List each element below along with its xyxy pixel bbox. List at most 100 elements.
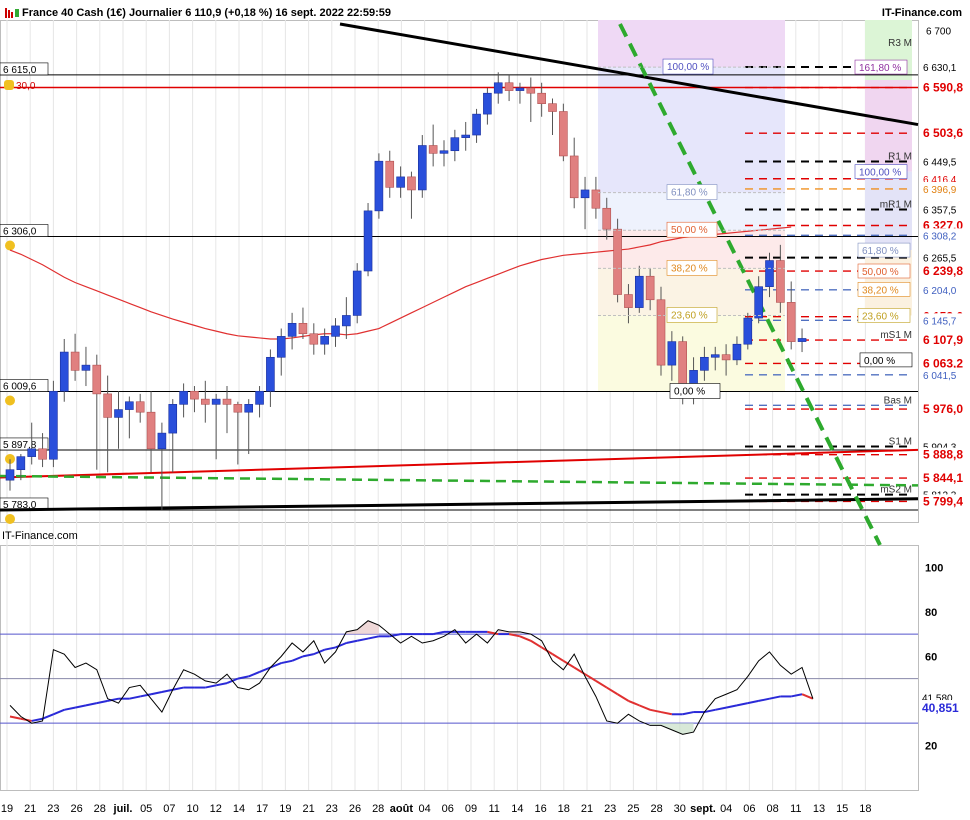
- candle-body: [27, 448, 37, 457]
- right-level-label: 5 799,4: [923, 494, 963, 508]
- bell-icon: [5, 395, 15, 406]
- candle-body: [49, 390, 58, 460]
- rsi-signal-segment: [53, 708, 65, 716]
- candle-body: [461, 134, 471, 138]
- candle-body: [515, 87, 525, 91]
- candle-body: [765, 260, 774, 287]
- rsi-signal-segment: [682, 711, 694, 716]
- candle-body: [103, 393, 112, 418]
- rsi-signal-segment: [161, 688, 173, 693]
- x-tick-label: 13: [813, 803, 825, 815]
- candle-body: [135, 401, 145, 413]
- candle-body: [5, 469, 15, 481]
- x-tick-label: 21: [302, 803, 314, 815]
- x-tick-label: 05: [140, 803, 152, 815]
- right-level-label: 6 590,8: [923, 81, 963, 95]
- rsi-signal-segment: [367, 635, 380, 640]
- candle-body: [114, 409, 123, 418]
- rsi-panel-frame: [0, 545, 919, 791]
- candle-body: [244, 404, 253, 413]
- fib-zone: [865, 171, 912, 251]
- rsi-signal-segment: [617, 693, 629, 702]
- rsi-signal-segment: [715, 706, 727, 711]
- candle-body: [255, 390, 264, 405]
- rsi-signal-segment: [649, 708, 662, 714]
- candle-body: [363, 210, 373, 272]
- candle-body: [743, 317, 753, 345]
- x-tick-label: 17: [256, 803, 268, 815]
- candle-body: [700, 356, 709, 371]
- x-tick-label: 04: [720, 803, 732, 815]
- fib-label: 0,00 %: [864, 356, 895, 367]
- candle-body: [298, 322, 308, 335]
- y-tick-label: 6 700: [926, 26, 951, 37]
- x-tick-label: 07: [163, 803, 175, 815]
- x-tick-label: 10: [186, 803, 198, 815]
- right-level-label: 5 976,0: [923, 402, 963, 416]
- x-tick-label: 14: [233, 803, 245, 815]
- right-level-label: 6 041,5: [923, 371, 957, 382]
- x-tick-label: 28: [94, 803, 106, 815]
- fib-label: 61,80 %: [862, 246, 899, 257]
- right-level-label: 6 107,9: [923, 333, 963, 347]
- candle-body: [38, 448, 47, 460]
- channel-line: [0, 497, 919, 512]
- candle-body: [146, 411, 156, 450]
- left-level-label: 6 615,0: [3, 65, 37, 76]
- x-tick-label: juil.: [113, 803, 133, 815]
- rsi-signal-segment: [758, 697, 770, 702]
- right-level-label: 6 449,5: [923, 157, 957, 168]
- rsi-signal-segment: [205, 684, 217, 689]
- candle-body: [190, 390, 199, 400]
- rsi-signal-segment: [172, 686, 184, 691]
- candle-body: [407, 176, 416, 191]
- right-level-label: 6 204,0: [923, 286, 957, 297]
- rsi-signal-segment: [85, 702, 98, 707]
- fib-label: 0,00 %: [674, 386, 705, 397]
- candle-body: [374, 160, 384, 212]
- candle-body: [309, 333, 319, 345]
- right-level-label: 5 844,1: [923, 471, 963, 485]
- pencil-icon[interactable]: [13, 8, 21, 18]
- candle-body: [16, 456, 26, 471]
- fib-label: 38,20 %: [671, 263, 708, 274]
- rsi-signal-segment: [42, 713, 54, 720]
- candle-body: [797, 338, 807, 342]
- right-level-label: 6 357,5: [923, 206, 957, 217]
- candle-body: [450, 137, 460, 152]
- candle-body: [125, 401, 134, 410]
- fib-label: 23,60 %: [862, 311, 899, 322]
- fib-label: 100,00 %: [859, 168, 901, 179]
- fib-label: 61,80 %: [671, 188, 708, 199]
- rsi-signal-segment: [356, 637, 369, 642]
- candle-body: [776, 260, 785, 303]
- rsi-signal-segment: [64, 706, 76, 711]
- candle-body: [211, 398, 221, 405]
- x-tick-label: 18: [558, 803, 570, 815]
- rsi-signal-segment: [248, 671, 260, 678]
- candle-body: [168, 404, 178, 434]
- x-tick-label: 06: [442, 803, 454, 815]
- candle-body: [721, 354, 731, 361]
- x-tick-label: 16: [534, 803, 546, 815]
- bell-icon: [5, 513, 15, 524]
- candle-body: [537, 92, 546, 104]
- candle-body: [222, 398, 232, 405]
- candle-body: [70, 351, 80, 371]
- x-tick-label: 25: [627, 803, 639, 815]
- x-tick-label: 30: [674, 803, 686, 815]
- rsi-value-label: 40,851: [922, 701, 959, 715]
- rsi-signal-segment: [790, 693, 803, 698]
- right-level-label: 6 630,1: [923, 63, 957, 74]
- rsi-signal-segment: [324, 646, 336, 651]
- x-tick-label: 28: [372, 803, 384, 815]
- menu-icon[interactable]: [5, 8, 13, 18]
- candle-body: [385, 160, 395, 188]
- rsi-signal-segment: [150, 691, 163, 696]
- candle-body: [201, 398, 210, 405]
- chart-canvas: 19 21 23 26 28 juil. 05 07 10 12 14 17 19 21 23 26 28 aoû…: [0, 20, 970, 815]
- fib-label: 50,00 %: [862, 267, 899, 278]
- x-tick-label: 15: [836, 803, 848, 815]
- right-level-label: 6 503,6: [923, 126, 963, 140]
- rsi-tick-label: 100: [925, 562, 943, 574]
